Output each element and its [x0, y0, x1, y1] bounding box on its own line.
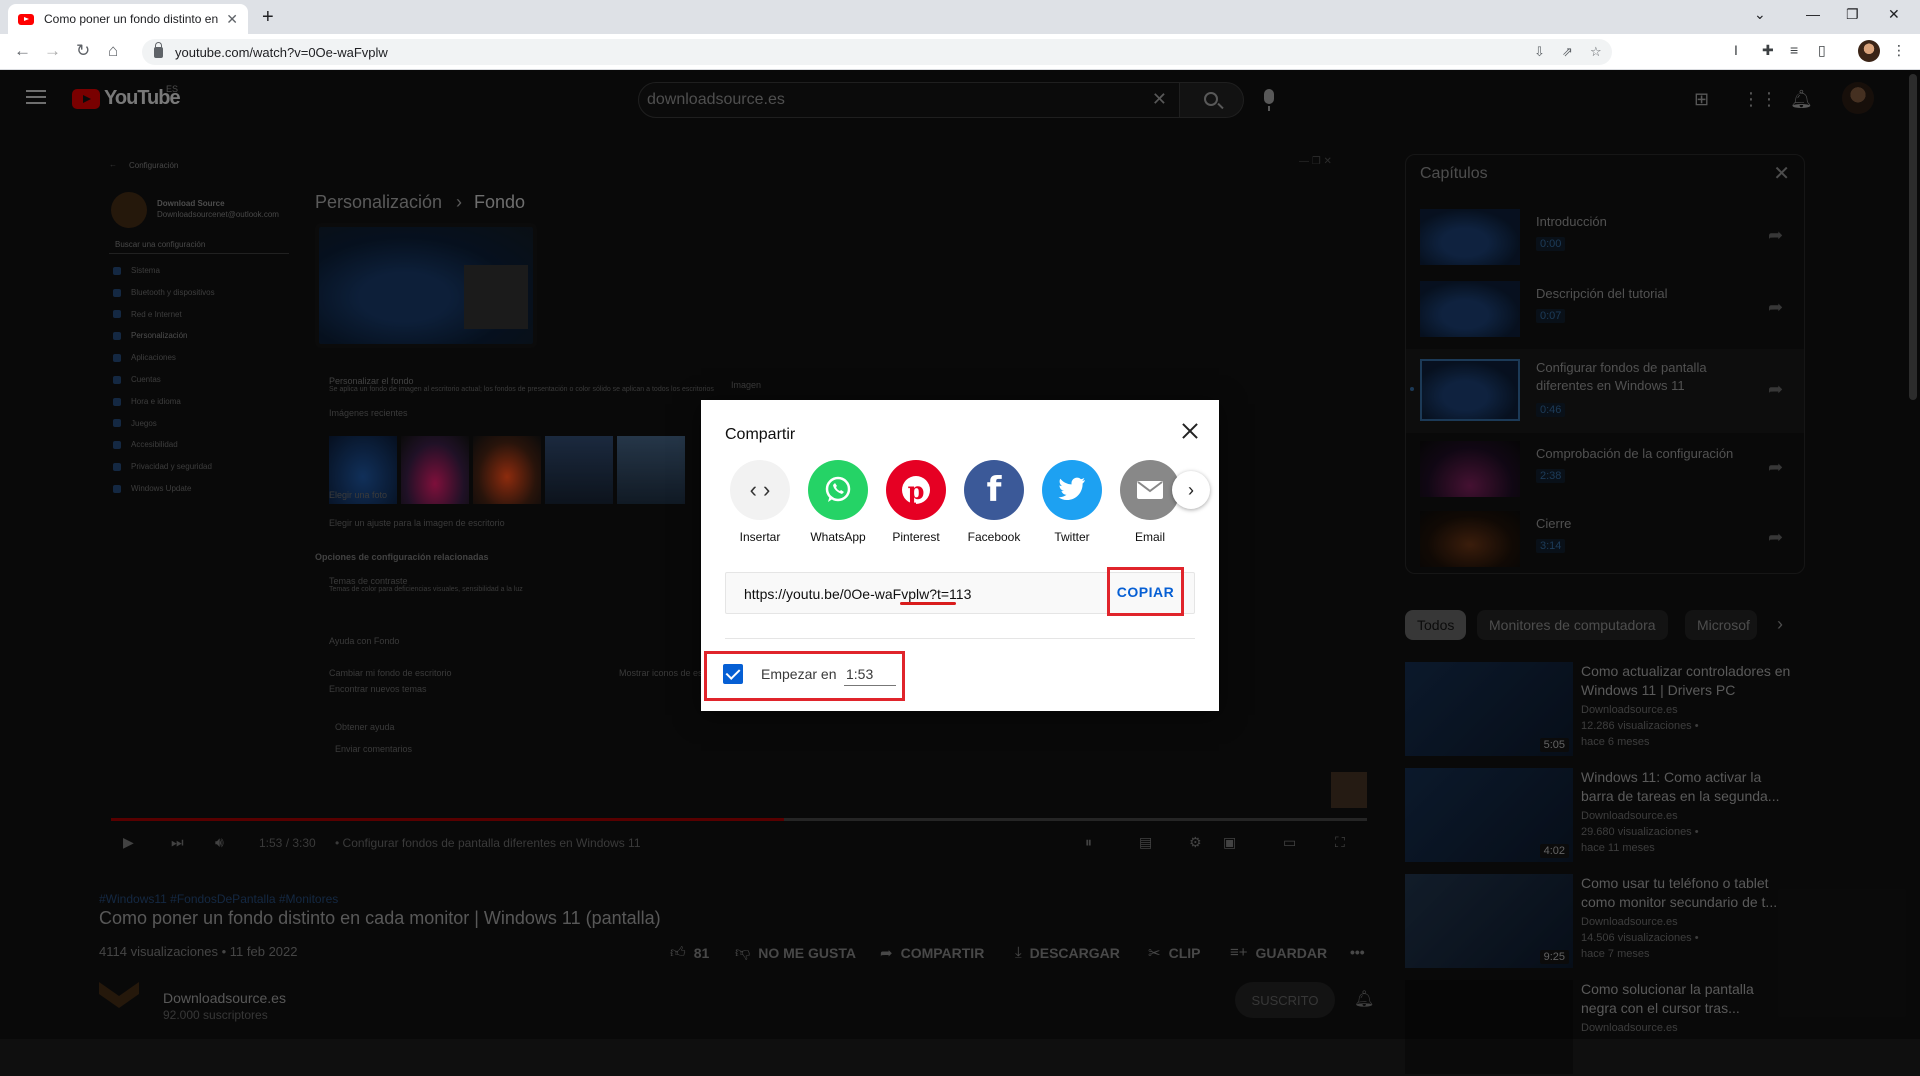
install-icon[interactable]: ⇩ — [1534, 44, 1545, 60]
browser-profile-avatar[interactable] — [1858, 40, 1880, 62]
side-panel-icon[interactable]: ▯ — [1818, 42, 1826, 59]
facebook-icon: f — [964, 460, 1024, 520]
dialog-separator — [725, 638, 1195, 639]
share-email-button[interactable]: Email — [1115, 460, 1185, 544]
embed-icon: ‹ › — [730, 460, 790, 520]
share-target-label: Pinterest — [892, 530, 940, 544]
email-icon — [1120, 460, 1180, 520]
back-icon[interactable]: ← — [14, 41, 31, 61]
close-dialog-icon[interactable] — [1179, 420, 1201, 442]
share-target-label: Facebook — [967, 530, 1021, 544]
pinterest-icon: p — [886, 460, 946, 520]
new-tab-icon[interactable]: + — [262, 6, 274, 29]
svg-text:p: p — [908, 476, 925, 505]
media-queue-icon[interactable]: ≡ — [1790, 42, 1798, 58]
youtube-favicon-icon — [18, 13, 34, 25]
share-link-text: https://youtu.be/0Oe-waFvplw?t=113 — [744, 586, 972, 602]
lock-icon — [154, 41, 163, 58]
address-bar[interactable]: youtube.com/watch?v=0Oe-waFvplw ⇩ ⇗ ☆ — [142, 39, 1612, 65]
browser-tab[interactable]: Como poner un fondo distinto en ✕ — [8, 4, 248, 34]
share-page-icon[interactable]: ⇗ — [1562, 44, 1573, 60]
close-window-icon[interactable]: ✕ — [1888, 6, 1900, 23]
share-whatsapp-button[interactable]: WhatsApp — [803, 460, 873, 544]
extensions-icon[interactable]: ✚ — [1762, 42, 1774, 59]
whatsapp-icon — [808, 460, 868, 520]
share-twitter-button[interactable]: Twitter — [1037, 460, 1107, 544]
restore-icon[interactable]: ❐ — [1846, 6, 1859, 23]
reload-icon[interactable]: ↻ — [76, 41, 90, 61]
share-embed-button[interactable]: ‹ › Insertar — [725, 460, 795, 544]
extension-i-icon[interactable]: I — [1734, 42, 1738, 58]
copy-button[interactable]: COPIAR — [1107, 567, 1184, 616]
share-target-label: Insertar — [739, 530, 781, 544]
start-at-checkbox[interactable] — [723, 664, 743, 684]
share-target-label: Twitter — [1054, 530, 1090, 544]
share-pinterest-button[interactable]: p Pinterest — [881, 460, 951, 544]
share-dialog-title: Compartir — [725, 426, 796, 443]
timestamp-annotation-underline — [900, 602, 956, 605]
home-icon[interactable]: ⌂ — [108, 41, 118, 61]
twitter-icon — [1042, 460, 1102, 520]
share-dialog: Compartir ‹ › Insertar WhatsApp p Pinter… — [701, 400, 1219, 711]
close-tab-icon[interactable]: ✕ — [226, 11, 238, 28]
share-next-icon[interactable]: › — [1172, 471, 1210, 509]
tab-title: Como poner un fondo distinto en — [44, 12, 219, 26]
share-facebook-button[interactable]: f Facebook — [959, 460, 1029, 544]
share-target-label: WhatsApp — [810, 530, 866, 544]
minimize-icon[interactable]: — — [1806, 6, 1820, 22]
forward-icon[interactable]: → — [44, 41, 61, 61]
url-text: youtube.com/watch?v=0Oe-waFvplw — [175, 44, 388, 60]
bookmark-star-icon[interactable]: ☆ — [1590, 44, 1602, 60]
tab-search-icon[interactable]: ⌄ — [1754, 6, 1766, 23]
browser-toolbar: ← → ↻ ⌂ youtube.com/watch?v=0Oe-waFvplw … — [0, 34, 1920, 70]
browser-tabstrip: Como poner un fondo distinto en ✕ + ⌄ — … — [0, 0, 1920, 34]
share-target-label: Email — [1134, 530, 1165, 544]
browser-menu-icon[interactable]: ⋮ — [1892, 42, 1906, 59]
start-at-time-input[interactable]: 1:53 — [844, 664, 896, 686]
start-at-label: Empezar en — [761, 666, 837, 682]
